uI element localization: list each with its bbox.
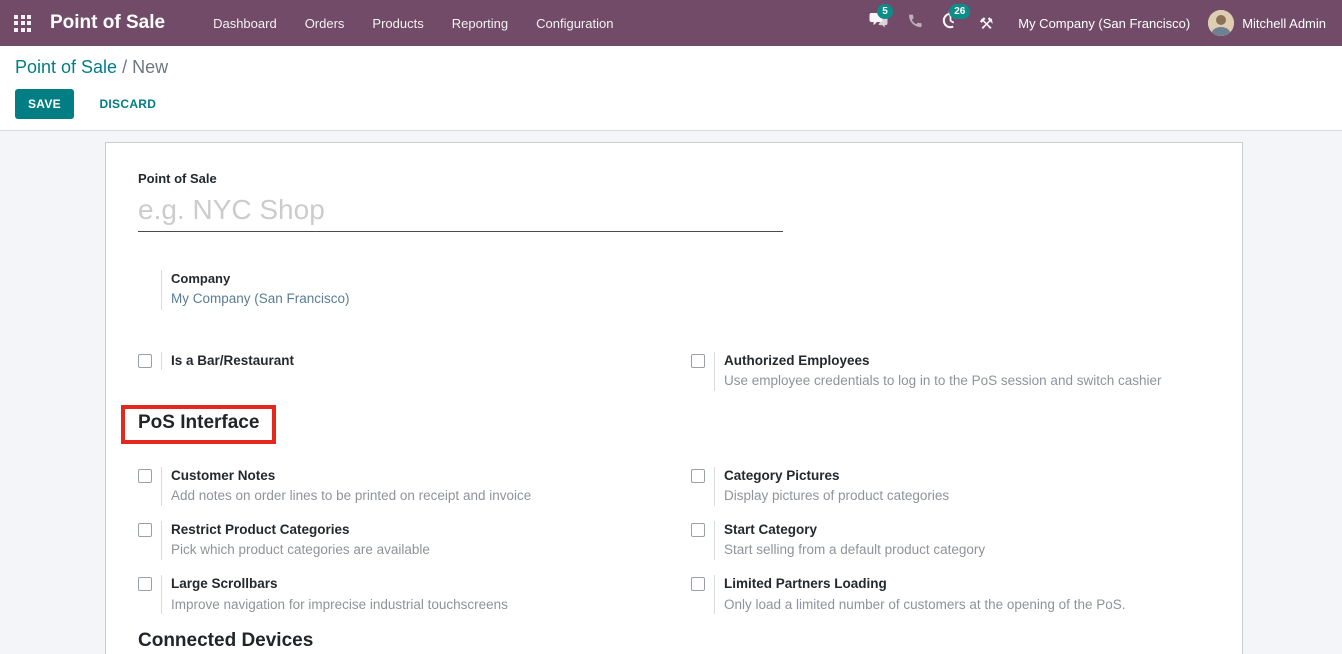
setting-description: Only load a limited number of customers … (724, 596, 1125, 615)
setting-label[interactable]: Authorized Employees (724, 352, 1161, 370)
connected-devices-section-title: Connected Devices (138, 630, 1210, 652)
messages-badge: 5 (877, 4, 893, 19)
pos-interface-settings-grid: Customer Notes Add notes on order lines … (138, 467, 1210, 629)
activities-badge: 26 (949, 4, 970, 19)
setting-limited-partners-loading: Limited Partners Loading Only load a lim… (691, 575, 1210, 614)
form-sheet: Point of Sale Company My Company (San Fr… (105, 142, 1243, 654)
setting-label[interactable]: Limited Partners Loading (724, 575, 1125, 593)
setting-customer-notes: Customer Notes Add notes on order lines … (138, 467, 691, 506)
breadcrumb-current: New (132, 57, 168, 77)
pos-name-field: Point of Sale (138, 171, 1210, 232)
setting-label[interactable]: Restrict Product Categories (171, 521, 430, 539)
app-title[interactable]: Point of Sale (50, 12, 165, 34)
setting-is-a-bar-restaurant: Is a Bar/Restaurant (138, 352, 691, 391)
pos-name-label: Point of Sale (138, 171, 1210, 186)
setting-category-pictures: Category Pictures Display pictures of pr… (691, 467, 1210, 506)
breadcrumb: Point of Sale / New (15, 57, 1326, 78)
user-menu[interactable]: Mitchell Admin (1208, 10, 1326, 36)
setting-large-scrollbars: Large Scrollbars Improve navigation for … (138, 575, 691, 614)
nav-item-products[interactable]: Products (358, 0, 437, 46)
setting-description: Pick which product categories are availa… (171, 541, 430, 560)
setting-description: Improve navigation for imprecise industr… (171, 596, 508, 615)
nav-item-reporting[interactable]: Reporting (438, 0, 522, 46)
general-settings-grid: Is a Bar/Restaurant Authorized Employees… (138, 352, 1210, 406)
main-menu: Dashboard Orders Products Reporting Conf… (199, 0, 627, 46)
nav-item-orders[interactable]: Orders (291, 0, 359, 46)
setting-label[interactable]: Customer Notes (171, 467, 531, 485)
nav-item-configuration[interactable]: Configuration (522, 0, 627, 46)
company-field: Company My Company (San Francisco) (161, 270, 1210, 310)
setting-authorized-employees: Authorized Employees Use employee creden… (691, 352, 1210, 391)
setting-label[interactable]: Start Category (724, 521, 985, 539)
setting-description: Use employee credentials to log in to th… (724, 372, 1161, 391)
top-navbar: Point of Sale Dashboard Orders Products … (0, 0, 1342, 46)
setting-start-category: Start Category Start selling from a defa… (691, 521, 1210, 560)
start-category-checkbox[interactable] (691, 523, 705, 537)
limited-partners-loading-checkbox[interactable] (691, 577, 705, 591)
setting-description: Start selling from a default product cat… (724, 541, 985, 560)
control-panel: Point of Sale / New SAVE DISCARD (0, 46, 1342, 131)
crossed-tools-icon: ⚒ (979, 14, 993, 33)
customer-notes-checkbox[interactable] (138, 469, 152, 483)
navbar-systray: 5 26 ⚒ My Company (San Francisco) (860, 0, 1326, 46)
breadcrumb-separator: / (122, 57, 127, 77)
calls-button[interactable] (896, 0, 932, 46)
authorized-employees-checkbox[interactable] (691, 354, 705, 368)
is-a-bar-restaurant-checkbox[interactable] (138, 354, 152, 368)
restrict-product-categories-checkbox[interactable] (138, 523, 152, 537)
user-name: Mitchell Admin (1242, 16, 1326, 31)
apps-grid-icon[interactable] (14, 15, 31, 32)
user-avatar (1208, 10, 1234, 36)
phone-icon (906, 13, 922, 34)
nav-item-dashboard[interactable]: Dashboard (199, 0, 291, 46)
setting-description: Add notes on order lines to be printed o… (171, 487, 531, 506)
large-scrollbars-checkbox[interactable] (138, 577, 152, 591)
breadcrumb-parent-link[interactable]: Point of Sale (15, 57, 117, 77)
discard-button[interactable]: DISCARD (89, 89, 166, 119)
company-value-link[interactable]: My Company (San Francisco) (171, 291, 350, 306)
setting-label[interactable]: Is a Bar/Restaurant (171, 352, 294, 370)
company-label: Company (171, 271, 1210, 286)
setting-label[interactable]: Category Pictures (724, 467, 949, 485)
company-switcher[interactable]: My Company (San Francisco) (1004, 16, 1208, 31)
activities-button[interactable]: 26 (932, 0, 968, 46)
setting-restrict-product-categories: Restrict Product Categories Pick which p… (138, 521, 691, 560)
save-button[interactable]: SAVE (15, 89, 74, 119)
form-view-background: Point of Sale Company My Company (San Fr… (0, 131, 1342, 654)
pos-name-input[interactable] (138, 194, 783, 232)
messages-button[interactable]: 5 (860, 0, 896, 46)
tools-button[interactable]: ⚒ (968, 0, 1004, 46)
form-action-buttons: SAVE DISCARD (15, 89, 1326, 119)
setting-description: Display pictures of product categories (724, 487, 949, 506)
setting-label[interactable]: Large Scrollbars (171, 575, 508, 593)
pos-interface-heading-row: PoS Interface (138, 406, 1210, 444)
category-pictures-checkbox[interactable] (691, 469, 705, 483)
pos-interface-section-title: PoS Interface (121, 405, 276, 444)
